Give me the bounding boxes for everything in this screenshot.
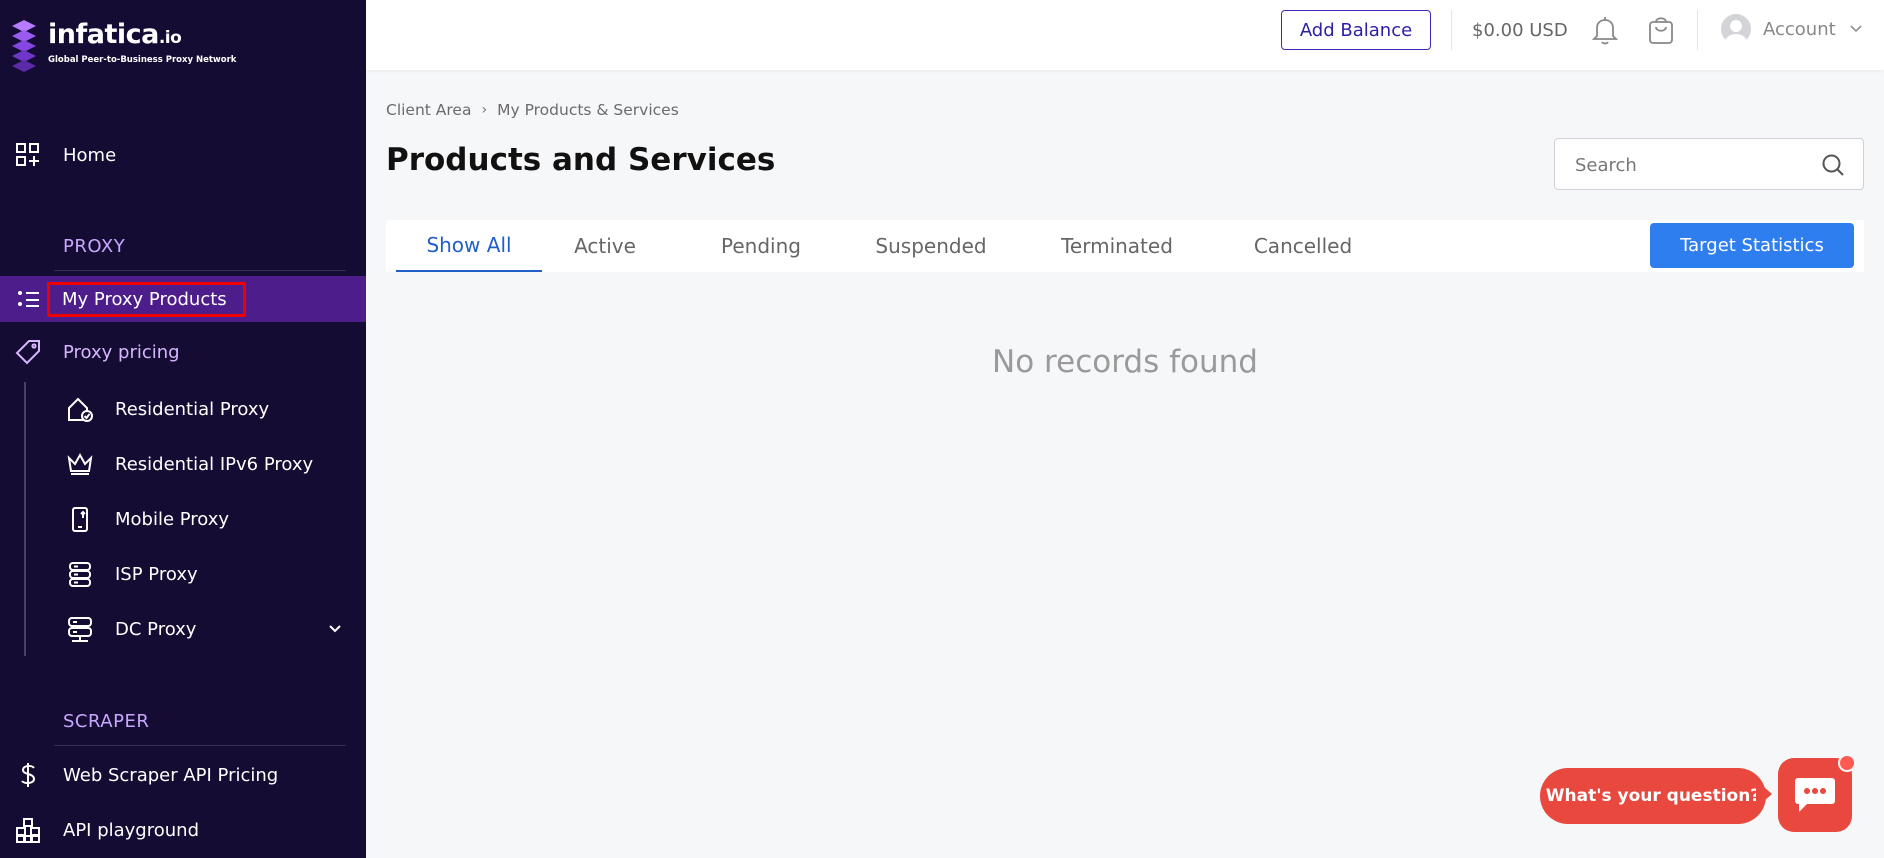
chevron-down-icon[interactable]	[328, 622, 342, 636]
breadcrumb-client-area[interactable]: Client Area	[386, 101, 471, 119]
sidebar-item-label: Home	[63, 144, 117, 166]
status-tabs: Show All Active Pending Suspended Termin…	[386, 220, 1864, 272]
cart-icon[interactable]	[1646, 14, 1676, 46]
tab-pending[interactable]: Pending	[704, 220, 818, 272]
dashboard-grid-icon	[14, 141, 42, 169]
sidebar: infatica.io Global Peer-to-Business Prox…	[0, 0, 366, 858]
tab-show-all[interactable]: Show All	[396, 220, 542, 272]
account-menu[interactable]: Account	[1721, 14, 1864, 44]
page-title: Products and Services	[386, 142, 776, 178]
sidebar-item-label: My Proxy Products	[47, 281, 246, 317]
sidebar-item-label: Residential IPv6 Proxy	[115, 453, 314, 475]
house-check-icon	[66, 395, 94, 423]
bell-icon[interactable]	[1590, 14, 1620, 46]
target-statistics-button[interactable]: Target Statistics	[1650, 223, 1854, 268]
sidebar-item-label: Mobile Proxy	[115, 508, 230, 530]
brand-name: infatica.io	[48, 19, 182, 50]
submenu-guide-line	[24, 382, 26, 656]
chevron-right-icon: ›	[481, 102, 488, 118]
list-star-icon	[14, 285, 42, 313]
app-root: infatica.io Global Peer-to-Business Prox…	[0, 0, 1884, 858]
sidebar-item-dc-proxy[interactable]: DC Proxy	[60, 606, 366, 652]
chat-prompt-bubble[interactable]: What's your question?	[1540, 768, 1766, 824]
tab-active[interactable]: Active	[558, 220, 652, 272]
tab-cancelled[interactable]: Cancelled	[1226, 220, 1380, 272]
chat-icon	[1795, 778, 1835, 812]
search-input[interactable]	[1575, 151, 1805, 179]
sidebar-item-label: ISP Proxy	[115, 563, 198, 585]
breadcrumb: Client Area › My Products & Services	[386, 101, 679, 119]
brand-tagline: Global Peer-to-Business Proxy Network	[48, 55, 237, 65]
sidebar-item-label: Web Scraper API Pricing	[63, 764, 279, 786]
divider	[54, 270, 346, 271]
avatar	[1721, 14, 1751, 44]
breadcrumb-current: My Products & Services	[497, 101, 679, 119]
brand-logo[interactable]: infatica.io Global Peer-to-Business Prox…	[10, 18, 236, 72]
sidebar-item-web-scraper-api-pricing[interactable]: Web Scraper API Pricing	[0, 752, 366, 798]
add-balance-button[interactable]: Add Balance	[1281, 10, 1431, 50]
search-box	[1554, 138, 1864, 190]
sidebar-item-isp-proxy[interactable]: ISP Proxy	[60, 551, 366, 597]
price-tag-icon	[14, 338, 42, 366]
sidebar-item-home[interactable]: Home	[0, 132, 366, 178]
sidebar-item-label: DC Proxy	[115, 618, 197, 640]
logo-mark-icon	[12, 20, 36, 72]
sidebar-item-mobile-proxy[interactable]: Mobile Proxy	[60, 496, 366, 542]
search-icon[interactable]	[1821, 153, 1845, 177]
server-stack-icon	[66, 560, 94, 588]
section-proxy: PROXY	[63, 236, 126, 257]
top-bar: Add Balance $0.00 USD Account	[366, 0, 1884, 70]
sidebar-item-api-playground[interactable]: API playground	[0, 807, 366, 853]
chevron-down-icon	[1850, 25, 1862, 33]
sidebar-item-residential-proxy[interactable]: Residential Proxy	[60, 386, 366, 432]
sidebar-item-residential-ipv6-proxy[interactable]: Residential IPv6 Proxy	[60, 441, 366, 487]
chat-notification-dot	[1838, 754, 1856, 772]
tab-terminated[interactable]: Terminated	[1036, 220, 1198, 272]
empty-state-message: No records found	[992, 344, 1258, 380]
tab-suspended[interactable]: Suspended	[856, 220, 1006, 272]
crown-icon	[66, 450, 94, 478]
blocks-icon	[14, 816, 42, 844]
chat-bubble-tail	[1756, 780, 1772, 808]
server-rack-icon	[66, 615, 94, 643]
sidebar-item-label: API playground	[63, 819, 199, 841]
divider	[1451, 10, 1452, 50]
account-balance: $0.00 USD	[1472, 20, 1568, 41]
divider	[54, 745, 346, 746]
mobile-phone-icon	[66, 505, 94, 533]
sidebar-item-label: Residential Proxy	[115, 398, 270, 420]
section-scraper: SCRAPER	[63, 711, 150, 732]
sidebar-item-my-proxy-products[interactable]: My Proxy Products	[0, 276, 366, 322]
sidebar-item-proxy-pricing[interactable]: Proxy pricing	[0, 329, 366, 375]
sidebar-item-label: Proxy pricing	[63, 341, 180, 363]
account-label: Account	[1763, 18, 1836, 40]
dollar-icon	[14, 761, 42, 789]
divider	[1697, 10, 1698, 50]
